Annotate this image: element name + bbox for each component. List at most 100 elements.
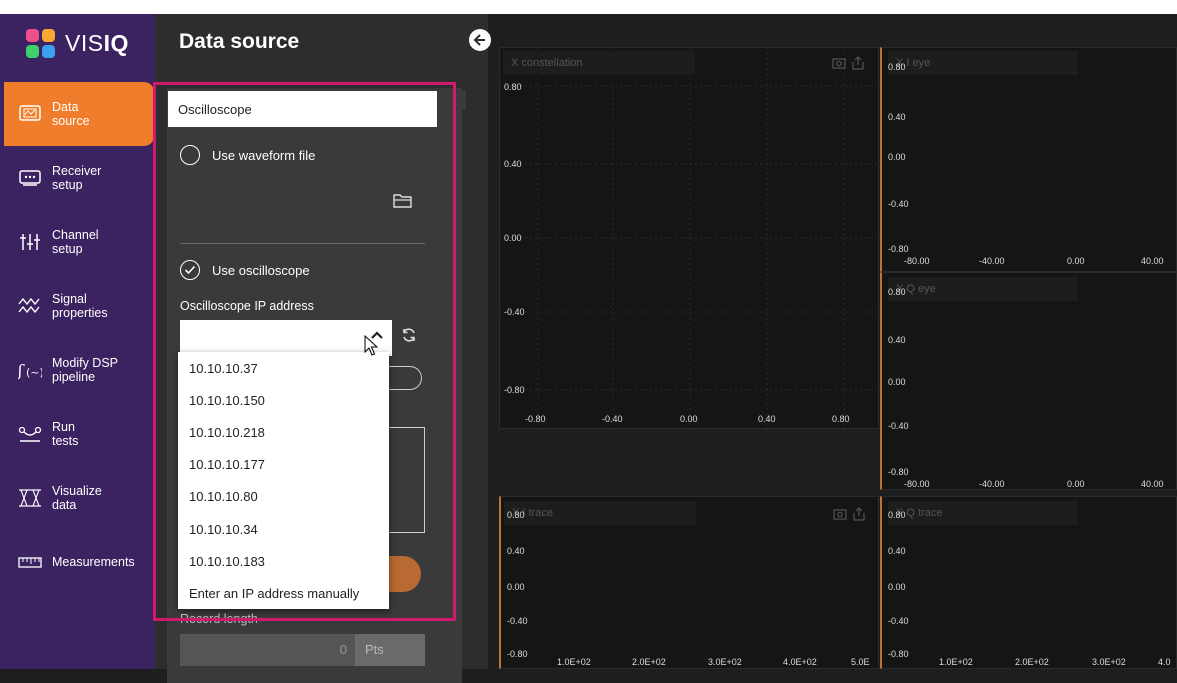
plot-toolbar — [833, 507, 865, 521]
dropdown-option[interactable]: 10.10.10.150 — [178, 384, 389, 416]
y-tick: -0.40 — [888, 616, 909, 626]
x-tick: 40.00 — [1141, 479, 1164, 489]
y-tick: -0.80 — [888, 467, 909, 477]
sidebar-item-measurements[interactable]: Measurements — [0, 530, 155, 594]
plot-title: X Q eye — [888, 277, 1078, 301]
dropdown-option[interactable]: 10.10.10.177 — [178, 449, 389, 481]
x-tick: -0.80 — [525, 414, 546, 424]
export-icon[interactable] — [852, 56, 864, 70]
x-tick: -0.40 — [602, 414, 623, 424]
x-tick: -40.00 — [979, 479, 1005, 489]
y-tick: 0.00 — [888, 377, 906, 387]
sidebar-item-channel-setup[interactable]: Channel setup — [0, 210, 155, 274]
arrow-left-icon — [473, 34, 485, 46]
x-tick: 0.00 — [680, 414, 698, 424]
sidebar: VISIQ Data source Receiver setup Channel… — [0, 14, 155, 669]
camera-icon[interactable] — [832, 56, 846, 69]
data-source-icon — [18, 102, 42, 126]
xi-trace-plot[interactable]: X I trace 0.80 0.40 0.00 -0.40 -0.80 1.0… — [499, 496, 879, 669]
y-tick: 0.40 — [888, 546, 906, 556]
window-top-strip — [0, 0, 1177, 14]
x-constellation-plot[interactable]: X constellation 0.80 0.40 0.00 -0.40 -0.… — [499, 47, 880, 430]
channel-icon — [18, 230, 42, 254]
x-tick: 2.0E+02 — [1015, 657, 1049, 667]
sidebar-item-visualize-data[interactable]: Visualize data — [0, 466, 155, 530]
app-name: VISIQ — [65, 29, 129, 56]
sidebar-item-receiver-setup[interactable]: Receiver setup — [0, 146, 155, 210]
x-tick: 40.00 — [1141, 256, 1164, 266]
dropdown-option[interactable]: 10.10.10.34 — [178, 513, 389, 545]
camera-icon[interactable] — [833, 507, 847, 520]
oscilloscope-option-label: Use oscilloscope — [212, 262, 310, 278]
xq-trace-plot[interactable]: X Q trace 0.80 0.40 0.00 -0.40 -0.80 1.0… — [880, 496, 1177, 669]
x-tick: 3.0E+02 — [1092, 657, 1126, 667]
sidebar-item-label: Signal properties — [52, 292, 108, 320]
sidebar-item-data-source[interactable]: Data source — [4, 82, 154, 146]
dropdown-option[interactable]: 10.10.10.218 — [178, 416, 389, 448]
y-tick: -0.80 — [888, 244, 909, 254]
record-length-unit: Pts — [355, 634, 425, 666]
ip-address-combobox[interactable] — [180, 320, 392, 356]
ip-address-label: Oscilloscope IP address — [180, 299, 314, 313]
y-tick: 0.40 — [888, 112, 906, 122]
plot-toolbar — [832, 56, 864, 70]
sidebar-item-label: Data source — [52, 100, 90, 128]
logo-icon — [26, 28, 55, 58]
oscilloscope-option[interactable]: Use oscilloscope — [180, 260, 310, 280]
waveform-file-option[interactable]: Use waveform file — [180, 145, 315, 165]
y-tick: 0.80 — [504, 82, 522, 92]
ip-address-dropdown: 10.10.10.37 10.10.10.150 10.10.10.218 10… — [178, 352, 389, 609]
sidebar-item-modify-dsp-pipeline[interactable]: ʃ(~) Modify DSP pipeline — [0, 338, 155, 402]
y-tick: 0.40 — [504, 159, 522, 169]
folder-open-icon[interactable] — [393, 193, 413, 209]
record-length-value: 0 — [339, 642, 347, 657]
radio-unchecked-icon[interactable] — [180, 145, 200, 165]
radio-checked-icon[interactable] — [180, 260, 200, 280]
sidebar-item-label: Measurements — [52, 555, 135, 569]
panel-scrollbar[interactable] — [446, 90, 466, 110]
sidebar-item-label: Run tests — [52, 420, 79, 448]
toggle-switch[interactable] — [388, 366, 422, 390]
x-tick: 1.0E+02 — [557, 657, 591, 667]
sidebar-nav: Data source Receiver setup Channel setup… — [0, 82, 155, 594]
collapse-panel-button[interactable] — [469, 29, 491, 51]
y-tick: 0.80 — [888, 510, 906, 520]
plot-title: X I trace — [504, 501, 696, 525]
page-title: Data source — [179, 30, 300, 53]
y-tick: -0.40 — [504, 307, 525, 317]
x-tick: 0.00 — [1067, 479, 1085, 489]
sidebar-item-run-tests[interactable]: Run tests — [0, 402, 155, 466]
app-logo: VISIQ — [26, 28, 129, 58]
y-tick: 0.40 — [888, 335, 906, 345]
y-tick: 0.80 — [507, 510, 525, 520]
oscilloscope-section-header: Oscilloscope — [168, 91, 437, 127]
y-tick: -0.40 — [888, 199, 909, 209]
text-area[interactable] — [388, 427, 425, 533]
dropdown-option[interactable]: 10.10.10.80 — [178, 481, 389, 513]
x-tick: 0.00 — [1067, 256, 1085, 266]
sidebar-item-label: Modify DSP pipeline — [52, 356, 118, 384]
sidebar-item-label: Receiver setup — [52, 164, 102, 192]
connect-button[interactable] — [385, 556, 421, 592]
xi-eye-plot[interactable]: X I eye 0.80 0.40 0.00 -0.40 -0.80 -80.0… — [880, 47, 1177, 272]
y-tick: 0.00 — [888, 582, 906, 592]
export-icon[interactable] — [853, 507, 865, 521]
sidebar-item-label: Visualize data — [52, 484, 102, 512]
record-length-field[interactable]: 0 Pts — [180, 634, 425, 666]
y-tick: -0.80 — [888, 649, 909, 659]
dropdown-option[interactable]: 10.10.10.37 — [178, 352, 389, 384]
refresh-icon[interactable] — [401, 327, 417, 343]
x-tick: 3.0E+02 — [708, 657, 742, 667]
x-tick: 4.0 — [1158, 657, 1171, 667]
x-tick: 4.0E+02 — [783, 657, 817, 667]
y-tick: 0.00 — [504, 233, 522, 243]
svg-text:ʃ: ʃ — [18, 361, 25, 380]
xq-eye-plot[interactable]: X Q eye 0.80 0.40 0.00 -0.40 -0.80 -80.0… — [880, 272, 1177, 490]
divider — [180, 243, 425, 244]
sidebar-item-signal-properties[interactable]: Signal properties — [0, 274, 155, 338]
dropdown-option-manual[interactable]: Enter an IP address manually — [178, 577, 389, 609]
y-tick: 0.80 — [888, 287, 906, 297]
dropdown-option[interactable]: 10.10.10.183 — [178, 545, 389, 577]
measurements-icon — [18, 550, 42, 574]
y-tick: -0.40 — [888, 421, 909, 431]
